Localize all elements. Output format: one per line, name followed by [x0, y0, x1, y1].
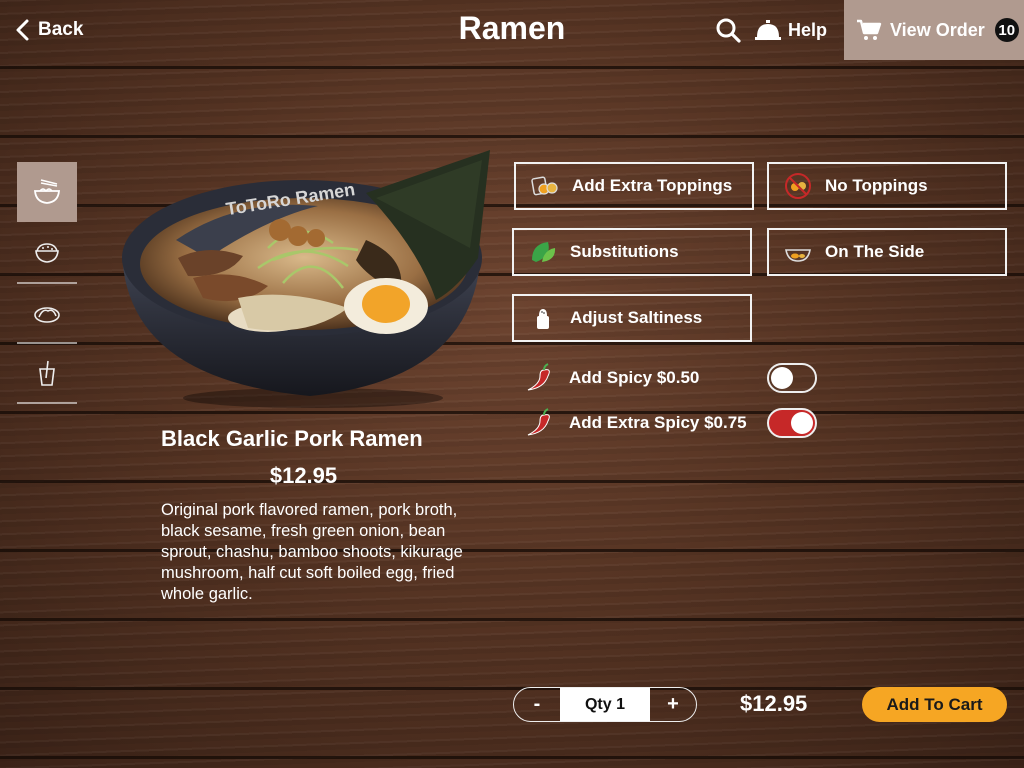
add-extra-toppings-button[interactable]: Add Extra Toppings [514, 162, 754, 210]
add-spicy-label: Add Spicy $0.50 [569, 368, 700, 387]
nav-drinks[interactable] [17, 344, 77, 404]
adjust-saltiness-button[interactable]: Adjust Saltiness [512, 294, 752, 342]
nav-ramen[interactable] [17, 162, 77, 222]
ramen-bowl-icon [34, 179, 60, 204]
salt-shaker-icon [537, 309, 549, 329]
toggle-knob [771, 367, 793, 389]
no-toppings-button[interactable]: No Toppings [767, 162, 1007, 210]
view-order-label: View Order [890, 19, 985, 40]
back-button[interactable]: Back [14, 16, 83, 44]
service-bell-icon [755, 20, 781, 40]
substitutions-button[interactable]: Substitutions [512, 228, 752, 276]
help-label: Help [788, 19, 828, 40]
total-price: $12.95 [740, 691, 808, 716]
add-spicy-toggle[interactable] [767, 363, 817, 393]
add-to-cart-button[interactable]: Add To Cart [862, 687, 1007, 722]
view-order-button[interactable]: View Order 10 [844, 0, 1024, 60]
ramen-photo: ToToRo Ramen [122, 150, 490, 408]
no-toppings-icon [785, 173, 811, 199]
add-extra-toppings-label: Add Extra Toppings [572, 176, 733, 195]
drink-cup-icon [39, 360, 55, 386]
item-price: $12.95 [269, 463, 338, 488]
chevron-left-icon [16, 19, 29, 41]
add-spicy-row: Add Spicy $0.50 [522, 362, 822, 394]
cart-icon [857, 19, 882, 40]
item-description: Original pork flavored ramen, pork broth… [161, 501, 463, 603]
on-the-side-label: On The Side [825, 242, 925, 261]
chili-pepper-icon [527, 363, 550, 391]
leaf-icon [532, 242, 556, 262]
nav-rice[interactable] [17, 222, 77, 282]
substitutions-label: Substitutions [570, 242, 679, 261]
item-name: Black Garlic Pork Ramen [161, 426, 423, 451]
chili-pepper-icon [527, 408, 550, 436]
nav-appetizers[interactable] [17, 284, 77, 344]
no-toppings-label: No Toppings [825, 176, 928, 195]
side-dish-icon [785, 249, 811, 262]
rice-bowl-icon [35, 243, 59, 263]
quantity-stepper: - Qty 1 + [513, 687, 697, 722]
quantity-value: Qty 1 [560, 688, 650, 721]
top-bar: Back Ramen Help View Order 10 [0, 0, 1024, 60]
dumplings-icon [34, 307, 60, 323]
increase-quantity-button[interactable]: + [650, 688, 696, 721]
search-icon[interactable] [714, 16, 742, 44]
order-count-badge: 10 [994, 18, 1019, 42]
help-button[interactable]: Help [754, 16, 827, 44]
adjust-saltiness-label: Adjust Saltiness [570, 308, 703, 327]
page-title: Ramen [458, 10, 566, 46]
back-label: Back [38, 19, 84, 40]
add-extra-spicy-label: Add Extra Spicy $0.75 [569, 413, 747, 432]
add-extra-spicy-toggle[interactable] [767, 408, 817, 438]
decrease-quantity-button[interactable]: - [514, 688, 560, 721]
add-extra-spicy-row: Add Extra Spicy $0.75 [522, 407, 822, 439]
toggle-knob [791, 412, 813, 434]
nav-divider [17, 402, 77, 404]
toppings-icon [531, 176, 558, 196]
on-the-side-button[interactable]: On The Side [767, 228, 1007, 276]
